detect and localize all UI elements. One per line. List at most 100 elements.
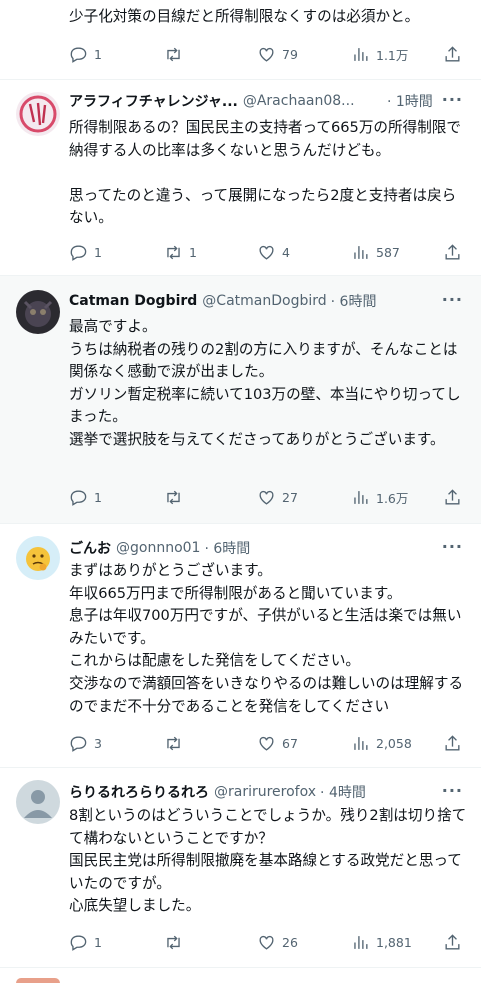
like-button[interactable]: 67 [257, 734, 298, 753]
view-count: 587 [376, 245, 400, 260]
reply-icon [70, 47, 87, 63]
retweet-icon [167, 245, 180, 260]
author-handle[interactable]: @CatmanDogbird [202, 293, 326, 309]
tweet-actions: 1 1 4 587 [69, 243, 469, 263]
avatar[interactable] [16, 92, 60, 136]
reply-count: 3 [94, 736, 102, 751]
reply-button[interactable]: 1 [69, 488, 102, 507]
reply-count: 1 [94, 490, 102, 505]
retweet-button[interactable]: 1 [164, 243, 197, 262]
heart-icon [259, 245, 274, 260]
more-options-icon[interactable]: ··· [442, 290, 463, 309]
views-button[interactable]: 1,881 [351, 933, 412, 952]
more-options-icon[interactable]: ··· [442, 90, 463, 109]
reply-button[interactable]: 3 [69, 734, 102, 753]
like-button[interactable]: 26 [257, 933, 298, 952]
author-handle[interactable]: @rarirurerofox [214, 784, 316, 800]
reply-count: 1 [94, 245, 102, 260]
retweet-icon [167, 490, 180, 505]
more-options-icon[interactable]: ··· [442, 781, 463, 800]
heart-icon [259, 47, 274, 62]
tweet[interactable]: 少子化対策の目線だと所得制限なくすのは必須かと。 1 79 1.1万 [0, 0, 481, 80]
like-count: 79 [282, 47, 298, 62]
views-icon [354, 491, 368, 504]
reply-button[interactable]: 1 [69, 933, 102, 952]
share-button[interactable] [443, 488, 462, 507]
tweet-actions: 1 27 1.6万 [69, 488, 469, 508]
author-name[interactable]: アラフィフチャレンジャ... [69, 91, 238, 111]
tweet-text: 所得制限あるの？国民民主の支持者って665万の所得制限で納得する人の比率は多くな… [69, 119, 461, 227]
reply-count: 1 [94, 47, 102, 62]
retweet-button[interactable] [164, 933, 189, 952]
tweet-header: ごんお @gonnno01 · 6時間 [69, 538, 386, 558]
timestamp[interactable]: · 1時間 [387, 91, 433, 111]
tweet[interactable]: Catman Dogbird @CatmanDogbird · 6時間 ··· … [0, 276, 481, 524]
tweet[interactable]: アラフィフチャレンジャ... @Arachaan08... · 1時間 ··· … [0, 80, 481, 276]
retweet-button[interactable] [164, 45, 189, 64]
author-handle[interactable]: @gonnno01 [116, 540, 200, 556]
views-icon [354, 48, 368, 61]
views-icon [354, 246, 368, 259]
share-button[interactable] [443, 734, 462, 753]
like-button[interactable]: 79 [257, 45, 298, 64]
tweet-header: Catman Dogbird @CatmanDogbird · 6時間 [69, 291, 386, 311]
views-button[interactable]: 587 [351, 243, 400, 262]
reply-button[interactable]: 1 [69, 45, 102, 64]
reply-count: 1 [94, 935, 102, 950]
heart-icon [259, 736, 274, 751]
tweet[interactable]: ごんお @gonnno01 · 6時間 ··· まずはありがとうございます。 年… [0, 524, 481, 768]
view-count: 1.1万 [376, 48, 409, 63]
retweet-button[interactable] [164, 488, 189, 507]
avatar[interactable] [16, 978, 60, 983]
tweet-text: 8割というのはどういうことでしょうか。残り2割は切り捨てて構わないということです… [69, 807, 467, 915]
timestamp[interactable]: · 6時間 [204, 538, 250, 558]
views-icon [354, 737, 368, 750]
view-count: 1.6万 [376, 491, 409, 506]
share-icon [445, 244, 460, 260]
heart-icon [259, 935, 274, 950]
share-icon [445, 735, 460, 751]
author-name[interactable]: ごんお [69, 538, 111, 558]
retweet-icon [167, 47, 180, 62]
views-icon [354, 936, 368, 949]
like-button[interactable]: 27 [257, 488, 298, 507]
reply-button[interactable]: 1 [69, 243, 102, 262]
reply-icon [70, 736, 87, 752]
author-handle[interactable]: @Arachaan08... [243, 93, 355, 109]
like-count: 27 [282, 490, 298, 505]
tweet-header: アラフィフチャレンジャ... @Arachaan08... · 1時間 [69, 91, 433, 111]
avatar[interactable] [16, 536, 60, 580]
view-count: 1,881 [376, 935, 412, 950]
like-count: 67 [282, 736, 298, 751]
tweet-text: まずはありがとうございます。 年収665万円まで所得制限があると聞いています。 … [69, 562, 464, 715]
tweet-actions: 1 79 1.1万 [69, 45, 469, 65]
views-button[interactable]: 1.1万 [351, 45, 408, 64]
like-button[interactable]: 4 [257, 243, 290, 262]
tweet-text: 最高ですよ。 うちは納税者の残りの2割の方に入りますが、そんなことは関係なく感動… [69, 318, 461, 448]
views-button[interactable]: 1.6万 [351, 488, 408, 507]
share-icon [445, 934, 460, 950]
more-options-icon[interactable]: ··· [442, 537, 463, 556]
avatar[interactable] [16, 290, 60, 334]
author-name[interactable]: Catman Dogbird [69, 293, 197, 309]
tweet[interactable]: らりるれろらりるれろ @rarirurerofox · 4時間 ··· 8割とい… [0, 768, 481, 968]
view-count: 2,058 [376, 736, 412, 751]
tweet-actions: 3 67 2,058 [69, 734, 469, 754]
retweet-icon [167, 736, 180, 751]
share-button[interactable] [443, 933, 462, 952]
retweet-button[interactable] [164, 734, 189, 753]
like-count: 4 [282, 245, 290, 260]
author-name[interactable]: らりるれろらりるれろ [69, 782, 209, 802]
like-count: 26 [282, 935, 298, 950]
share-button[interactable] [443, 243, 462, 262]
reply-icon [70, 245, 87, 261]
share-icon [445, 489, 460, 505]
share-button[interactable] [443, 45, 462, 64]
retweet-count: 1 [189, 245, 197, 260]
avatar[interactable] [16, 780, 60, 824]
timestamp[interactable]: · 6時間 [331, 291, 377, 311]
reply-icon [70, 490, 87, 506]
tweet-text: 少子化対策の目線だと所得制限なくすのは必須かと。 [69, 8, 420, 25]
timestamp[interactable]: · 4時間 [320, 782, 366, 802]
views-button[interactable]: 2,058 [351, 734, 412, 753]
